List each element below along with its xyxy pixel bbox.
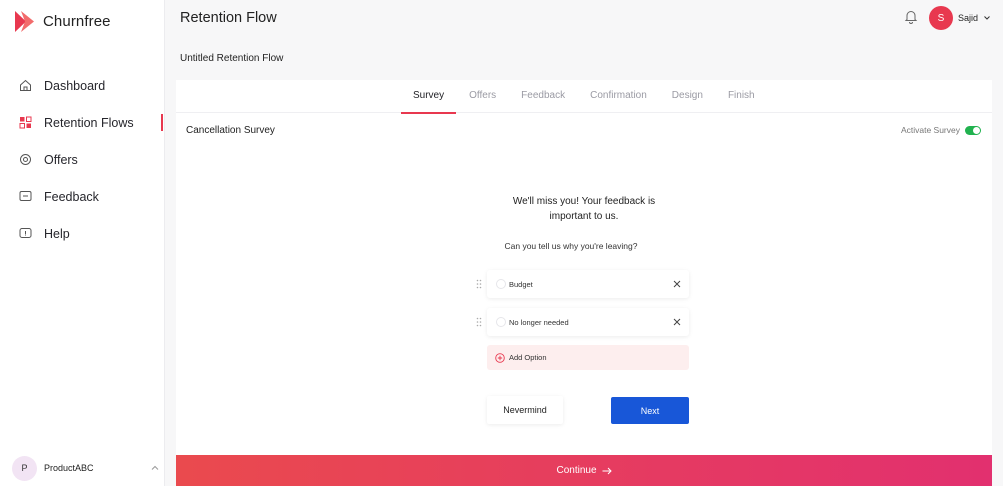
user-name: Sajid bbox=[958, 13, 979, 23]
sidebar-item-offers[interactable]: Offers bbox=[0, 141, 165, 178]
continue-button[interactable]: Continue bbox=[176, 455, 992, 486]
chevron-up-icon bbox=[151, 465, 159, 470]
tab-survey[interactable]: Survey bbox=[401, 80, 457, 114]
drag-handle-icon[interactable] bbox=[476, 317, 482, 327]
avatar: S bbox=[929, 6, 953, 30]
continue-label: Continue bbox=[556, 465, 597, 476]
tab-design[interactable]: Design bbox=[660, 80, 715, 113]
home-icon bbox=[18, 79, 32, 93]
offers-icon bbox=[18, 153, 32, 167]
close-icon[interactable] bbox=[673, 318, 681, 326]
sidebar-item-label: Help bbox=[44, 226, 70, 241]
survey-option[interactable]: Budget bbox=[476, 270, 689, 298]
survey-option[interactable]: No longer needed bbox=[476, 308, 689, 336]
workspace-avatar: P bbox=[12, 455, 37, 481]
tab-confirmation[interactable]: Confirmation bbox=[578, 80, 659, 113]
bell-icon[interactable] bbox=[904, 9, 918, 24]
add-option-button[interactable]: Add Option bbox=[487, 345, 689, 370]
option-label[interactable]: Budget bbox=[509, 280, 673, 289]
option-radio[interactable] bbox=[496, 317, 506, 327]
option-label[interactable]: No longer needed bbox=[509, 318, 673, 327]
brand-name: Churnfree bbox=[43, 13, 111, 30]
arrow-right-icon bbox=[602, 467, 612, 474]
sidebar-item-label: Offers bbox=[44, 152, 78, 167]
section-title: Cancellation Survey bbox=[186, 125, 275, 136]
sidebar-item-retention-flows[interactable]: Retention Flows bbox=[0, 104, 165, 141]
close-icon[interactable] bbox=[673, 280, 681, 288]
sidebar-item-label: Feedback bbox=[44, 189, 99, 204]
survey-headline[interactable]: We'll miss you! Your feedback is importa… bbox=[494, 194, 674, 224]
churnfree-logo-icon bbox=[15, 11, 34, 32]
sidebar-item-dashboard[interactable]: Dashboard bbox=[0, 67, 165, 104]
nevermind-button[interactable]: Nevermind bbox=[487, 396, 563, 424]
next-button[interactable]: Next bbox=[611, 397, 689, 424]
option-radio[interactable] bbox=[496, 279, 506, 289]
tab-finish[interactable]: Finish bbox=[716, 80, 767, 113]
survey-question[interactable]: Can you tell us why you're leaving? bbox=[456, 241, 686, 251]
sidebar-item-feedback[interactable]: Feedback bbox=[0, 178, 165, 215]
sidebar-item-label: Retention Flows bbox=[44, 115, 134, 130]
sidebar-nav: Dashboard Retention Flows Offers Feedbac… bbox=[0, 67, 165, 252]
brand[interactable]: Churnfree bbox=[12, 9, 111, 34]
activate-survey-label: Activate Survey bbox=[900, 125, 960, 135]
sidebar-item-label: Dashboard bbox=[44, 78, 106, 93]
page-title: Retention Flow bbox=[180, 10, 277, 26]
flows-icon bbox=[18, 116, 32, 130]
add-option-label: Add Option bbox=[509, 353, 547, 362]
plus-circle-icon bbox=[495, 352, 505, 363]
feedback-icon bbox=[18, 190, 32, 204]
step-tabs: Survey Offers Feedback Confirmation Desi… bbox=[176, 80, 992, 114]
tab-offers[interactable]: Offers bbox=[457, 80, 508, 113]
workspace-switcher[interactable]: P ProductABC bbox=[12, 455, 160, 481]
help-icon bbox=[18, 227, 32, 241]
flow-name[interactable]: Untitled Retention Flow bbox=[180, 53, 283, 64]
activate-survey: Activate Survey bbox=[901, 125, 981, 135]
sidebar: Churnfree Dashboard Retention Flows Offe… bbox=[0, 0, 165, 486]
survey-editor-card: Survey Offers Feedback Confirmation Desi… bbox=[176, 80, 992, 455]
chevron-down-icon bbox=[984, 16, 990, 20]
tab-feedback[interactable]: Feedback bbox=[509, 80, 577, 113]
drag-handle-icon[interactable] bbox=[476, 279, 482, 289]
sidebar-item-help[interactable]: Help bbox=[0, 215, 165, 252]
user-menu[interactable]: S Sajid bbox=[929, 6, 991, 30]
workspace-name: ProductABC bbox=[44, 463, 94, 473]
activate-survey-toggle[interactable] bbox=[965, 125, 981, 135]
